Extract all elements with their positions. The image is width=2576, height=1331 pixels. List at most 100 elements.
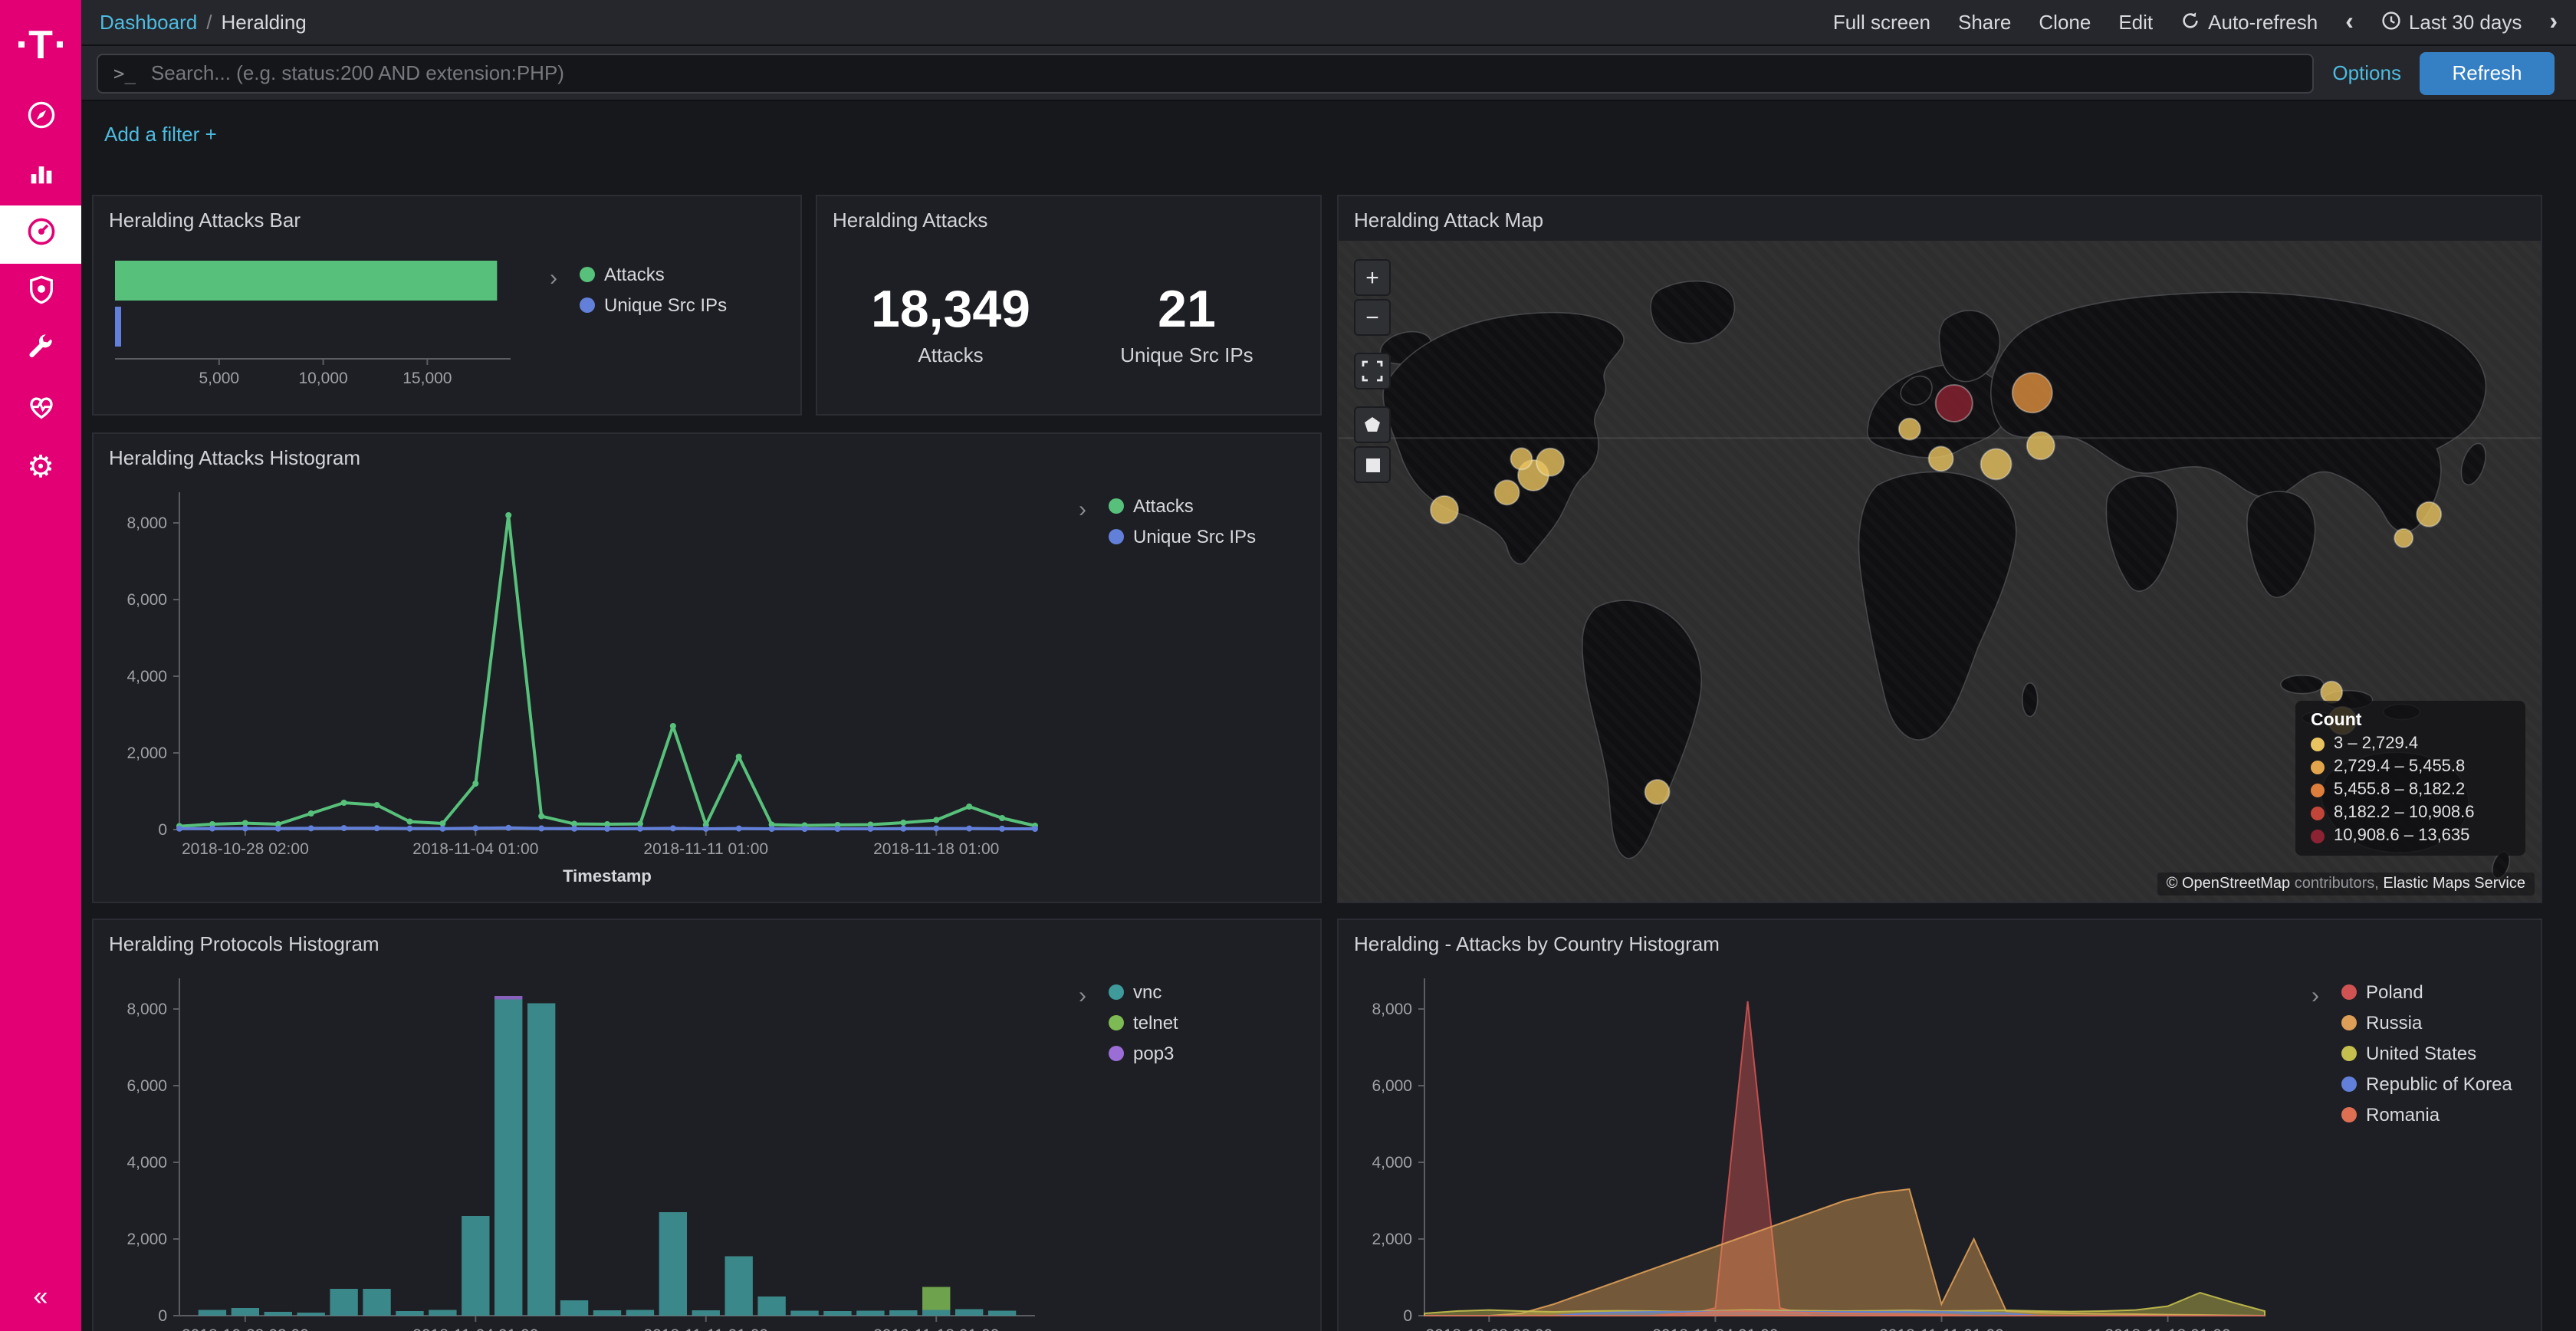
legend-color-dot xyxy=(2311,737,2325,751)
sidebar-item-security[interactable] xyxy=(0,264,81,322)
legend-toggle-icon[interactable]: › xyxy=(2302,981,2329,1009)
legend-toggle-icon[interactable]: › xyxy=(1069,495,1096,523)
panel-title: Heralding Attacks Bar xyxy=(94,196,800,235)
gear-icon: ⚙ xyxy=(27,452,54,483)
time-forward-button[interactable]: › xyxy=(2549,8,2558,36)
legend-item-attacks[interactable]: Attacks xyxy=(580,264,727,285)
metric-unique-src-ips: 21 Unique Src IPs xyxy=(1102,281,1271,366)
panel-title: Heralding Attacks Histogram xyxy=(94,434,1320,472)
full-screen-button[interactable]: Full screen xyxy=(1833,11,1930,34)
legend-color-dot xyxy=(2311,783,2325,797)
legend-label: Attacks xyxy=(1133,495,1194,517)
map-legend-item: 2,729.4 – 5,455.8 xyxy=(2311,758,2510,776)
heartbeat-icon xyxy=(25,390,56,429)
sidebar-item-dev-tools[interactable] xyxy=(0,322,81,380)
refresh-button[interactable]: Refresh xyxy=(2420,51,2555,94)
legend-item-romania[interactable]: Romania xyxy=(2341,1104,2512,1126)
map-legend-item: 10,908.6 – 13,635 xyxy=(2311,827,2510,845)
legend-items: Attacks Unique Src IPs xyxy=(1109,495,1256,547)
osm-attribution-link[interactable]: © OpenStreetMap xyxy=(2167,876,2291,892)
tmobile-logo[interactable]: T xyxy=(18,0,64,89)
clone-button[interactable]: Clone xyxy=(2039,11,2091,34)
legend-item-unique-src-ips[interactable]: Unique Src IPs xyxy=(580,294,727,316)
svg-text:2,000: 2,000 xyxy=(1372,1231,1412,1248)
legend-item-pop3[interactable]: pop3 xyxy=(1109,1043,1178,1064)
sidebar-collapse-icon[interactable]: « xyxy=(34,1282,48,1313)
time-back-button[interactable]: ‹ xyxy=(2345,8,2354,36)
legend-toggle-icon[interactable]: › xyxy=(1069,981,1096,1009)
legend-item-russia[interactable]: Russia xyxy=(2341,1012,2512,1034)
metric-attacks: 18,349 Attacks xyxy=(866,281,1035,366)
elastic-maps-attribution-link[interactable]: Elastic Maps Service xyxy=(2383,876,2525,892)
svg-text:4,000: 4,000 xyxy=(127,668,167,685)
legend-color-dot xyxy=(1109,1015,1124,1030)
svg-text:8,000: 8,000 xyxy=(127,514,167,532)
map-legend-item: 8,182.2 – 10,908.6 xyxy=(2311,804,2510,822)
legend-toggle-icon[interactable]: › xyxy=(540,264,567,291)
query-options-link[interactable]: Options xyxy=(2332,61,2401,84)
add-filter-link[interactable]: Add a filter + xyxy=(104,123,217,146)
legend-item-telnet[interactable]: telnet xyxy=(1109,1012,1178,1034)
svg-text:6,000: 6,000 xyxy=(127,591,167,609)
svg-text:0: 0 xyxy=(158,1307,167,1325)
attack-map-canvas[interactable]: + − Count 3 – 2,729.4 2,729.4 – 5,455.8 5,… xyxy=(1339,241,2541,902)
svg-text:2018-10-28 02:00: 2018-10-28 02:00 xyxy=(182,1326,309,1331)
metric-label: Attacks xyxy=(866,343,1035,366)
bar-chart-icon xyxy=(25,157,56,196)
map-legend-title: Count xyxy=(2311,712,2510,730)
map-zoom-out-icon[interactable]: − xyxy=(1354,299,1391,336)
sidebar-item-management[interactable]: ⚙ xyxy=(0,439,81,497)
legend-color-dot xyxy=(1109,529,1124,544)
metric-label: Unique Src IPs xyxy=(1102,343,1271,366)
breadcrumb-dashboard[interactable]: Dashboard xyxy=(100,11,197,34)
map-legend-item: 3 – 2,729.4 xyxy=(2311,735,2510,753)
dashboard-grid: Heralding Attacks Bar 5,00010,00015,000 … xyxy=(81,169,2576,1331)
gauge-icon xyxy=(25,215,56,254)
time-range-picker[interactable]: Last 30 days xyxy=(2381,10,2522,35)
legend-item-united-states[interactable]: United States xyxy=(2341,1043,2512,1064)
svg-text:2018-11-18 01:00: 2018-11-18 01:00 xyxy=(873,1326,999,1331)
map-draw-polygon-icon[interactable] xyxy=(1354,406,1391,443)
legend-item-republic-of-korea[interactable]: Republic of Korea xyxy=(2341,1073,2512,1095)
legend-item-attacks[interactable]: Attacks xyxy=(1109,495,1256,517)
sidebar-item-discover[interactable] xyxy=(0,89,81,147)
map-draw-rectangle-icon[interactable] xyxy=(1354,446,1391,483)
svg-text:6,000: 6,000 xyxy=(1372,1077,1412,1095)
map-fit-bounds-icon[interactable] xyxy=(1354,353,1391,389)
breadcrumb-current: Heralding xyxy=(221,11,306,34)
sidebar-item-monitoring[interactable] xyxy=(0,380,81,439)
terminal-prompt-icon: >_ xyxy=(113,62,136,84)
sidebar-item-visualize[interactable] xyxy=(0,147,81,205)
refresh-arrow-icon xyxy=(2180,10,2200,35)
legend-item-unique-src-ips[interactable]: Unique Src IPs xyxy=(1109,526,1256,547)
search-input[interactable] xyxy=(148,60,2297,86)
legend-color-dot xyxy=(2341,1107,2357,1122)
legend-items: vnc telnet pop3 xyxy=(1109,981,1178,1064)
svg-text:2018-11-04 01:00: 2018-11-04 01:00 xyxy=(412,840,538,858)
legend-label: Unique Src IPs xyxy=(604,294,727,316)
wrench-icon xyxy=(25,332,56,370)
metric-row: 18,349 Attacks 21 Unique Src IPs xyxy=(817,281,1320,366)
svg-text:15,000: 15,000 xyxy=(402,370,452,387)
legend-color-dot xyxy=(1109,498,1124,514)
sidebar-item-dashboard[interactable] xyxy=(0,205,81,264)
map-legend-item: 5,455.8 – 8,182.2 xyxy=(2311,781,2510,799)
auto-refresh-button[interactable]: Auto-refresh xyxy=(2180,10,2318,35)
edit-button[interactable]: Edit xyxy=(2118,11,2153,34)
breadcrumb-separator: / xyxy=(206,11,212,34)
map-legend-range: 10,908.6 – 13,635 xyxy=(2334,827,2469,845)
legend-item-poland[interactable]: Poland xyxy=(2341,981,2512,1003)
svg-text:8,000: 8,000 xyxy=(127,1001,167,1018)
legend-item-vnc[interactable]: vnc xyxy=(1109,981,1178,1003)
top-navbar: Dashboard / Heralding Full screen Share … xyxy=(81,0,2576,46)
legend-label: pop3 xyxy=(1133,1043,1174,1064)
panel-title: Heralding Protocols Histogram xyxy=(94,920,1320,958)
map-zoom-in-icon[interactable]: + xyxy=(1354,259,1391,296)
svg-text:2018-11-04 01:00: 2018-11-04 01:00 xyxy=(1652,1326,1778,1331)
svg-text:0: 0 xyxy=(1403,1307,1412,1325)
metric-value: 21 xyxy=(1102,281,1271,340)
chart-legend: › vnc telnet pop3 xyxy=(1069,981,1178,1064)
share-button[interactable]: Share xyxy=(1958,11,2011,34)
map-legend-range: 8,182.2 – 10,908.6 xyxy=(2334,804,2475,822)
logo-square xyxy=(18,41,24,48)
